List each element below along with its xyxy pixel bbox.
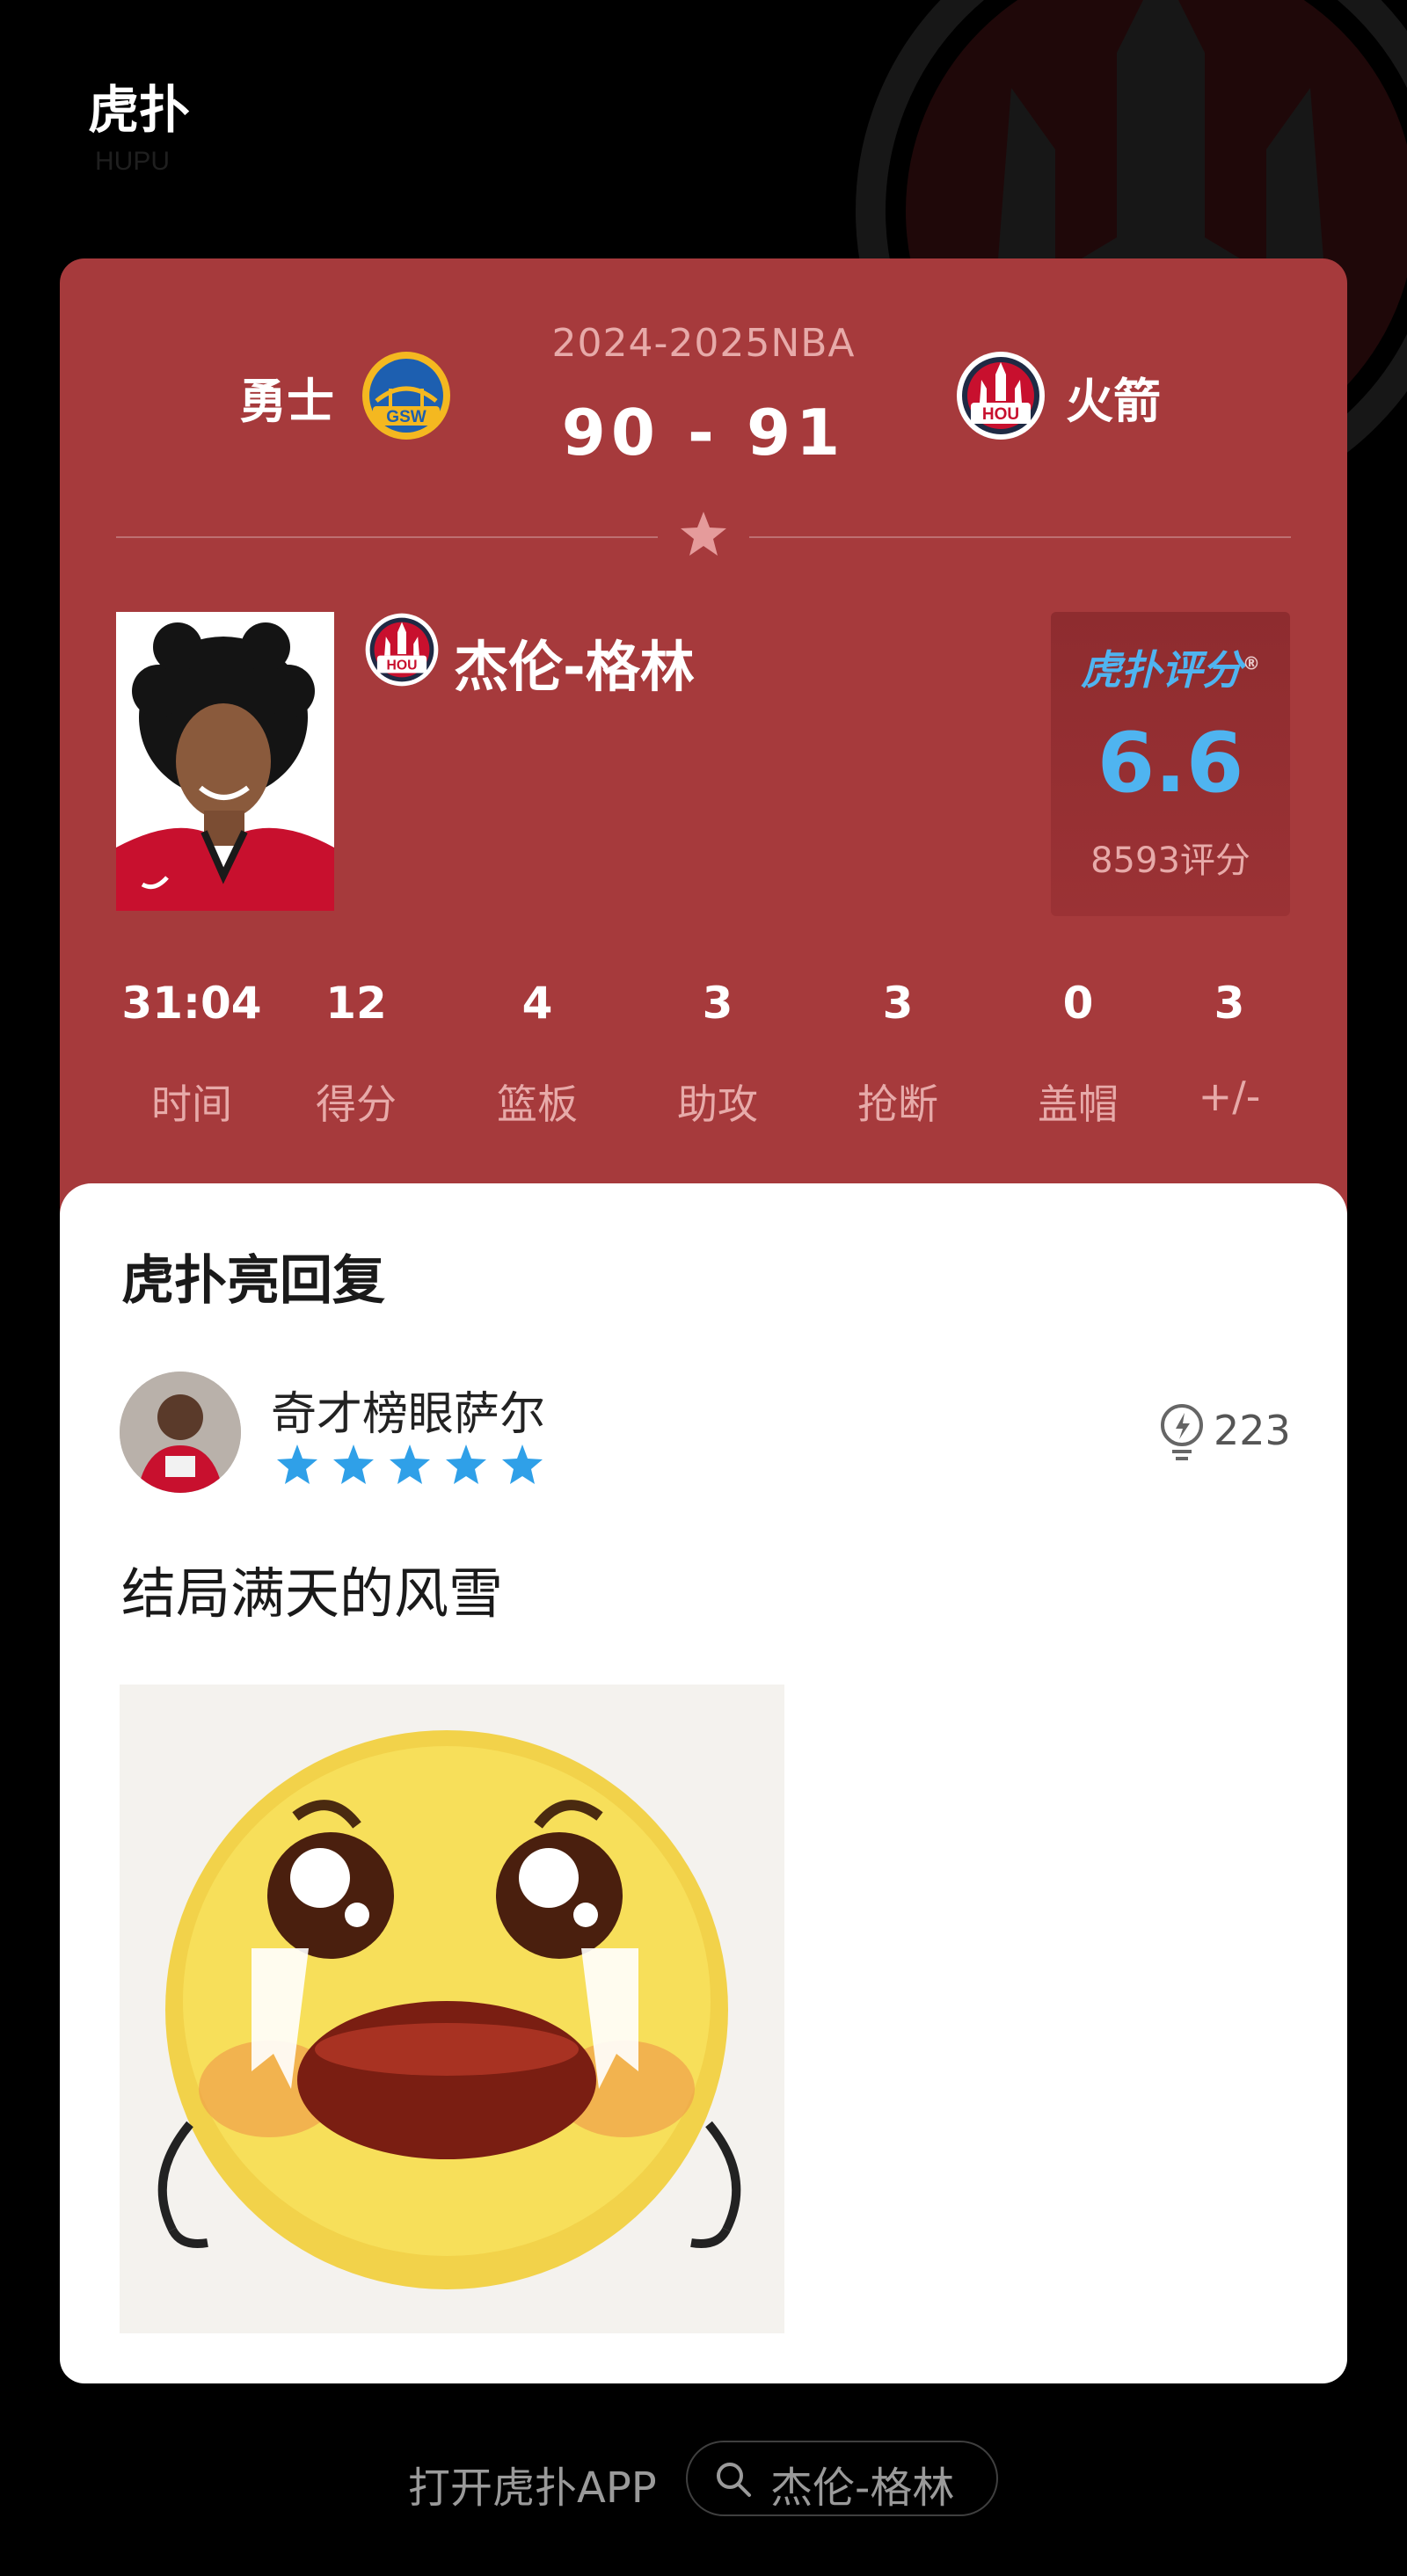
stat-label-time: 时间 (151, 1081, 232, 1128)
star-icon (681, 512, 726, 556)
rating-stars (274, 1442, 545, 1488)
open-app-link[interactable]: 打开虎扑APP (408, 2453, 657, 2514)
player-name[interactable]: 杰伦-格林 (454, 622, 695, 702)
avatar[interactable] (120, 1372, 241, 1493)
hupu-logo-icon: 虎扑 HUPU (88, 82, 190, 176)
player-team-badge-text: HOU (387, 658, 418, 673)
light-bulb-icon[interactable] (1156, 1402, 1207, 1462)
home-team-name[interactable]: 勇士 (239, 362, 334, 432)
away-team-name[interactable]: 火箭 (1066, 362, 1161, 432)
star-icon (390, 1444, 430, 1484)
rating-count: 8593评分 (1090, 840, 1250, 881)
player-photo[interactable] (116, 612, 334, 911)
reply-image[interactable] (120, 1685, 784, 2333)
svg-text:虎扑: 虎扑 (88, 82, 190, 139)
stat-label-steals: 抢断 (857, 1081, 938, 1128)
search-query[interactable]: 杰伦-格林 (770, 2453, 954, 2514)
divider-right (749, 536, 1291, 538)
stat-value-blocks: 0 (1062, 978, 1094, 1029)
stat-label-plus-minus: +/- (1198, 1073, 1261, 1120)
search-icon (717, 2463, 751, 2497)
stat-label-points: 得分 (316, 1081, 397, 1128)
stat-label-assists: 助攻 (677, 1081, 758, 1128)
stat-label-rebounds: 篮板 (497, 1081, 578, 1128)
divider-left (116, 536, 658, 538)
away-team-badge-text: HOU (982, 405, 1019, 424)
season-label: 2024-2025NBA (551, 321, 856, 366)
svg-text:HUPU: HUPU (95, 147, 170, 176)
stat-label-blocks: 盖帽 (1038, 1081, 1119, 1128)
reply-text: 结局满天的风雪 (121, 1561, 504, 1626)
registered-mark: ® (1243, 652, 1260, 674)
rating-brand: 虎扑评分® (1051, 638, 1290, 696)
warriors-logo-icon[interactable]: GSW (361, 350, 452, 441)
rating-value: 6.6 (1097, 716, 1244, 811)
user-name[interactable]: 奇才榜眼萨尔 (271, 1377, 545, 1443)
stat-value-points: 12 (325, 978, 387, 1029)
star-icon (446, 1444, 486, 1484)
player-team-logo-icon: HOU (365, 613, 439, 687)
star-icon (502, 1444, 543, 1484)
rating-box[interactable]: 虎扑评分® 6.6 8593评分 (1051, 612, 1290, 916)
rockets-logo-icon[interactable]: HOU (955, 350, 1046, 441)
user-avatar-icon (120, 1372, 241, 1493)
game-score: 90 - 91 (561, 396, 846, 469)
stat-value-steals: 3 (882, 978, 914, 1029)
star-icon (277, 1444, 317, 1484)
home-team-badge-text: GSW (386, 408, 426, 426)
section-title: 虎扑亮回复 (121, 1250, 385, 1312)
rating-brand-label: 虎扑评分 (1081, 646, 1243, 694)
stat-value-assists: 3 (702, 978, 733, 1029)
stat-value-rebounds: 4 (521, 978, 553, 1029)
star-icon (333, 1444, 374, 1484)
stat-value-time: 31:04 (121, 978, 262, 1029)
stat-value-plus-minus: 3 (1214, 978, 1245, 1029)
light-count[interactable]: 223 (1214, 1407, 1291, 1454)
player-portrait-icon (116, 612, 334, 911)
crying-emoji-icon (120, 1685, 784, 2333)
